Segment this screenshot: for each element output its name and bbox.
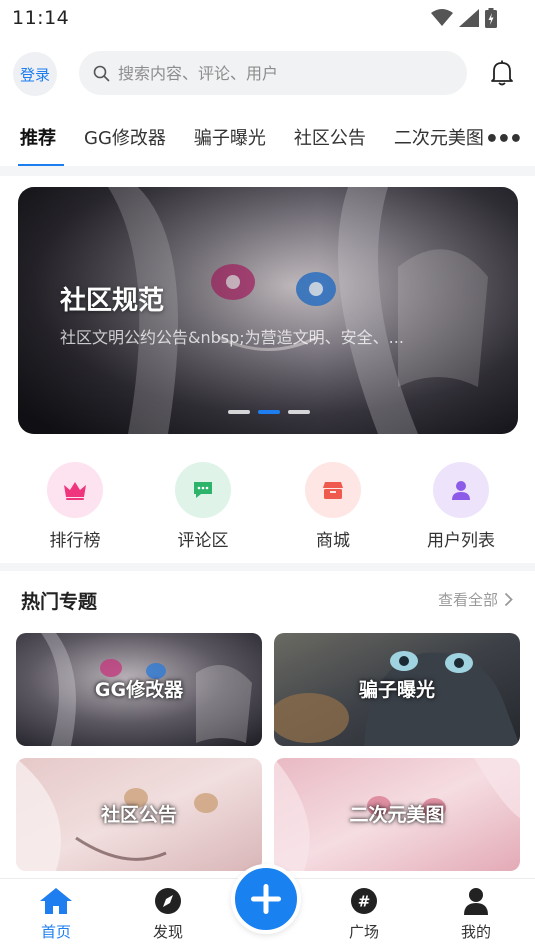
see-all-link[interactable]: 查看全部	[438, 589, 513, 610]
chevron-right-icon	[504, 592, 513, 607]
topic-card-label: 社区公告	[100, 804, 177, 826]
login-button[interactable]: 登录	[13, 52, 57, 96]
nav-label: 发现	[152, 923, 183, 941]
divider	[0, 563, 535, 571]
search-bar[interactable]	[79, 51, 467, 95]
tab-recommend[interactable]: 推荐	[18, 124, 64, 166]
nav-label: 广场	[348, 923, 379, 941]
status-bar: 11:14	[0, 0, 535, 38]
profile-icon	[464, 888, 488, 915]
nav-home[interactable]: 首页	[21, 887, 91, 942]
quick-entry-label: 评论区	[177, 531, 229, 551]
compass-icon	[155, 888, 181, 914]
hot-topics-header: 热门专题 查看全部	[0, 584, 535, 614]
tab-gg-modifier[interactable]: GG修改器	[84, 124, 166, 150]
tab-community-notice[interactable]: 社区公告	[294, 124, 366, 150]
carousel-dot[interactable]	[228, 410, 250, 414]
user-icon	[452, 481, 470, 500]
topic-card-gg-modifier[interactable]: GG修改器	[16, 633, 262, 746]
carousel-dot[interactable]	[288, 410, 310, 414]
ranking-icon-circle	[47, 462, 103, 518]
nav-label: 首页	[40, 923, 71, 941]
tab-scam-exposure[interactable]: 骗子曝光	[194, 124, 266, 150]
section-title: 热门专题	[21, 591, 98, 613]
banner-carousel[interactable]: 社区规范 社区文明公约公告&nbsp;为营造文明、安全、...	[18, 187, 518, 434]
shop-icon	[323, 482, 343, 499]
home-icon	[40, 888, 72, 914]
hash-icon: #	[351, 888, 377, 914]
carousel-dot-active[interactable]	[258, 410, 280, 414]
status-time: 11:14	[12, 7, 70, 29]
bell-icon[interactable]	[489, 59, 515, 87]
quick-entry-label: 用户列表	[427, 531, 495, 551]
more-icon[interactable]: •••	[485, 127, 523, 152]
tab-anime-pictures[interactable]: 二次元美图	[394, 124, 484, 150]
nav-square[interactable]: # 广场	[329, 887, 399, 942]
svg-text:#: #	[358, 893, 371, 911]
shop-icon-circle	[305, 462, 361, 518]
tab-list: 推荐 GG修改器 骗子曝光 社区公告 二次元美图	[18, 124, 512, 166]
quick-entry-ranking[interactable]: 排行榜	[30, 462, 120, 551]
search-input[interactable]	[118, 63, 438, 83]
quick-entry-user-list[interactable]: 用户列表	[416, 462, 506, 551]
carousel-indicator	[228, 410, 310, 414]
battery-icon	[485, 8, 497, 28]
signal-icon	[459, 9, 479, 27]
topic-card-community-notice[interactable]: 社区公告	[16, 758, 262, 871]
quick-entry-shop[interactable]: 商城	[288, 462, 378, 551]
crown-icon	[64, 482, 86, 500]
search-icon	[93, 65, 110, 81]
topic-card-anime-pictures[interactable]: 二次元美图	[274, 758, 520, 871]
nav-label: 我的	[460, 923, 491, 941]
create-post-button[interactable]	[231, 864, 301, 934]
nav-discover[interactable]: 发现	[133, 887, 203, 942]
comment-icon	[194, 482, 212, 498]
status-icons	[431, 8, 497, 28]
banner-title: 社区规范	[60, 286, 165, 316]
topic-card-scam-exposure[interactable]: 骗子曝光	[274, 633, 520, 746]
wifi-icon	[431, 9, 453, 26]
quick-entry-label: 排行榜	[49, 531, 101, 551]
header: 登录	[0, 46, 535, 100]
category-tabs: 推荐 GG修改器 骗子曝光 社区公告 二次元美图 •••	[0, 112, 535, 166]
topic-card-label: 二次元美图	[349, 804, 445, 826]
nav-mine[interactable]: 我的	[441, 887, 511, 942]
quick-entry-label: 商城	[316, 531, 350, 551]
comments-icon-circle	[175, 462, 231, 518]
quick-entries: 排行榜 评论区 商城 用户列表	[0, 462, 535, 552]
plus-icon	[251, 884, 281, 914]
topic-card-label: GG修改器	[94, 679, 184, 701]
user-list-icon-circle	[433, 462, 489, 518]
divider	[0, 166, 535, 176]
quick-entry-comments[interactable]: 评论区	[158, 462, 248, 551]
topic-card-label: 骗子曝光	[358, 679, 435, 701]
see-all-label: 查看全部	[437, 591, 498, 609]
banner-subtitle: 社区文明公约公告&nbsp;为营造文明、安全、...	[60, 328, 404, 347]
